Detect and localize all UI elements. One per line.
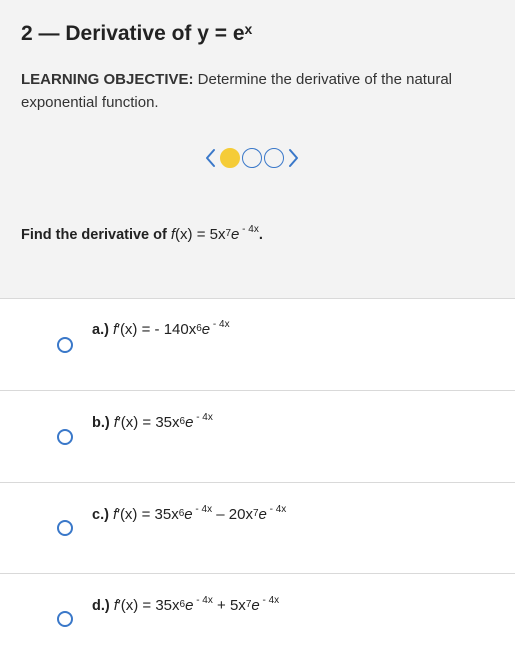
option-c-text: c.) f′(x) = 35x6e - 4x – 20x7e - 4x	[92, 504, 287, 523]
term2-power: 7	[245, 599, 252, 610]
option-a-text: a.) f′(x) = - 140x6e - 4x	[92, 319, 230, 338]
fn-var: (x)	[120, 414, 139, 431]
term2-exponent: - 4x	[259, 595, 280, 606]
option-expression: f′(x) = 35x6e - 4x + 5x7e - 4x	[114, 595, 280, 614]
prompt-period: .	[258, 227, 263, 243]
term-power: 6	[179, 599, 186, 610]
step-dot-2[interactable]	[242, 148, 262, 168]
term-exponent: - 4x	[210, 319, 230, 330]
fn-coef: = 5x	[192, 226, 226, 243]
term-coef: = 35x	[138, 597, 180, 614]
radio-button-d[interactable]	[57, 611, 73, 627]
option-letter: d.)	[92, 598, 110, 614]
prompt-text: Find the derivative of	[21, 227, 171, 243]
fn-power: 7	[225, 228, 232, 239]
radio-button-c[interactable]	[57, 520, 73, 536]
question-header: 2 — Derivative of y = ex LEARNING OBJECT…	[0, 0, 515, 299]
term-power: 6	[179, 416, 186, 427]
term2-coef: + 5x	[212, 597, 246, 614]
step-navigator	[203, 145, 301, 171]
step-dot-3[interactable]	[264, 148, 284, 168]
option-letter: a.)	[92, 322, 109, 338]
fn-var: (x)	[120, 597, 139, 614]
page-title: 2 — Derivative of y = ex	[21, 21, 253, 46]
term-coef: = 35x	[138, 414, 180, 431]
term-e: e	[184, 506, 193, 523]
learning-objective: LEARNING OBJECTIVE: Determine the deriva…	[21, 68, 501, 114]
term-coef: = - 140x	[137, 321, 197, 338]
option-d-text: d.) f′(x) = 35x6e - 4x + 5x7e - 4x	[92, 595, 280, 614]
option-letter: b.)	[92, 415, 110, 431]
prompt-expression: f(x) = 5x7e - 4x	[171, 224, 259, 243]
term-exponent: - 4x	[193, 412, 213, 423]
term-exponent: - 4x	[193, 595, 213, 606]
option-letter: c.)	[92, 507, 109, 523]
title-text: 2 — Derivative of y = e	[21, 22, 245, 45]
term-e: e	[201, 321, 211, 338]
fn-var: (x)	[119, 506, 138, 523]
option-b[interactable]: b.) f′(x) = 35x6e - 4x	[0, 391, 515, 483]
term2-coef: – 20x	[212, 506, 253, 523]
fn-exponent: - 4x	[239, 224, 259, 235]
term2-e: e	[258, 506, 267, 523]
objective-label: LEARNING OBJECTIVE:	[21, 71, 194, 88]
term2-e: e	[251, 597, 260, 614]
term-exponent: - 4x	[192, 504, 213, 515]
radio-button-a[interactable]	[57, 337, 73, 353]
fn-var: (x)	[175, 226, 193, 243]
question-prompt: Find the derivative of f(x) = 5x7e - 4x.	[21, 224, 263, 243]
term2-power: 7	[252, 508, 259, 519]
option-c[interactable]: c.) f′(x) = 35x6e - 4x – 20x7e - 4x	[0, 482, 515, 574]
term-power: 6	[196, 323, 202, 334]
fn-var: (x)	[119, 321, 138, 338]
option-expression: f′(x) = 35x6e - 4x	[114, 412, 213, 431]
radio-button-b[interactable]	[57, 429, 73, 445]
option-a[interactable]: a.) f′(x) = - 140x6e - 4x	[0, 299, 515, 391]
option-b-text: b.) f′(x) = 35x6e - 4x	[92, 412, 213, 431]
title-superscript: x	[244, 21, 253, 37]
chevron-left-icon[interactable]	[203, 145, 219, 171]
term2-exponent: - 4x	[266, 504, 287, 515]
step-dot-1[interactable]	[220, 148, 240, 168]
chevron-right-icon[interactable]	[285, 145, 301, 171]
option-d[interactable]: d.) f′(x) = 35x6e - 4x + 5x7e - 4x	[0, 573, 515, 664]
term-power: 6	[178, 508, 185, 519]
option-expression: f′(x) = 35x6e - 4x – 20x7e - 4x	[113, 504, 287, 523]
term-coef: = 35x	[137, 506, 179, 523]
option-expression: f′(x) = - 140x6e - 4x	[113, 319, 230, 338]
